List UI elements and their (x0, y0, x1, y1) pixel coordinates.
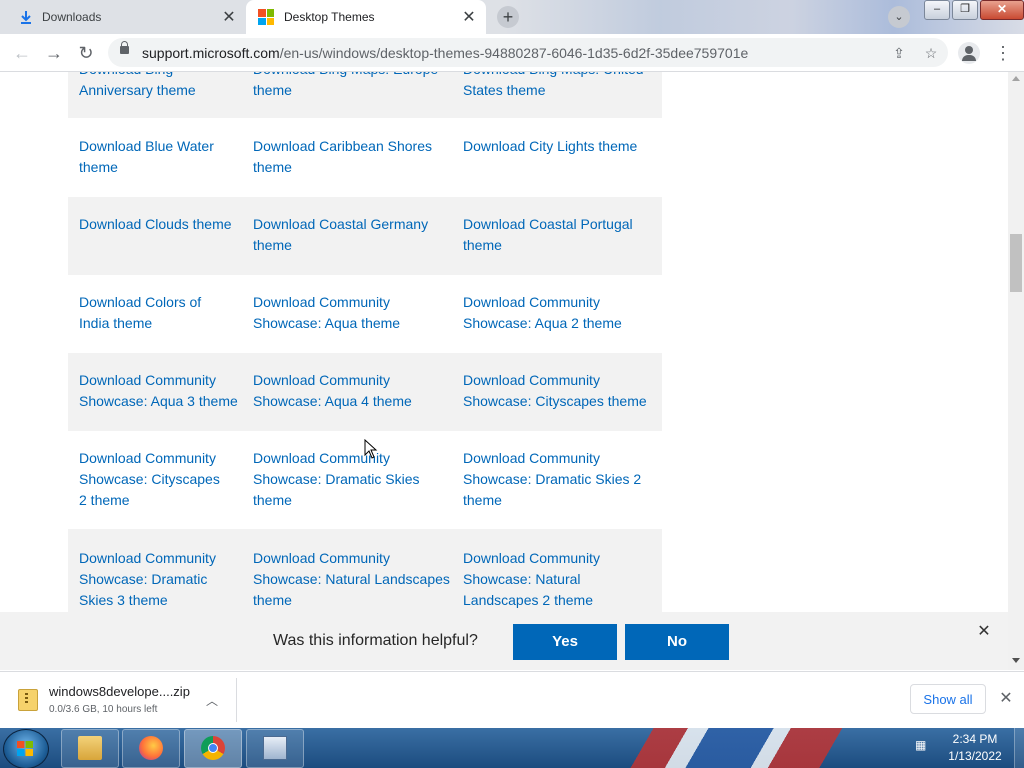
theme-link[interactable]: Download Bing Maps: United States theme (463, 72, 658, 101)
scrollbar-thumb[interactable] (1010, 234, 1022, 292)
taskbar-chrome[interactable] (184, 729, 242, 768)
theme-row: Download Colors of India theme Download … (68, 275, 662, 353)
page-content: Download Bing Anniversary theme Download… (0, 72, 1008, 612)
tab-search-button[interactable]: ⌄ (888, 6, 910, 28)
firefox-icon (139, 736, 163, 760)
taskbar-control-panel[interactable] (246, 729, 304, 768)
url-domain: support.microsoft.com (142, 45, 280, 61)
theme-link[interactable]: Download Clouds theme (79, 214, 239, 235)
taskbar-firefox[interactable] (122, 729, 180, 768)
download-icon (20, 10, 32, 24)
theme-link[interactable]: Download Community Showcase: Aqua 3 them… (79, 370, 239, 412)
mouse-cursor-icon (364, 438, 378, 464)
close-tab-icon[interactable]: ✕ (458, 7, 480, 27)
theme-row: Download Clouds theme Download Coastal G… (68, 197, 662, 275)
theme-link[interactable]: Download Community Showcase: Natural Lan… (253, 548, 453, 611)
theme-row: Download Blue Water theme Download Carib… (68, 119, 662, 197)
chrome-icon (201, 736, 225, 760)
feedback-question: Was this information helpful? (273, 632, 478, 649)
window-controls: – ❐ ✕ (922, 0, 1024, 20)
network-tray-icon[interactable]: ▦ (915, 738, 931, 754)
lock-icon[interactable] (120, 41, 129, 54)
theme-link[interactable]: Download City Lights theme (463, 136, 658, 157)
restore-button[interactable]: ❐ (952, 0, 978, 20)
menu-kebab-icon[interactable]: ⋮ (994, 41, 1012, 65)
shelf-divider (236, 678, 237, 722)
back-arrow-icon[interactable]: ← (10, 41, 34, 65)
reload-icon[interactable]: ↻ (74, 41, 98, 65)
download-status: 0.0/3.6 GB, 10 hours left (49, 704, 158, 715)
theme-link[interactable]: Download Coastal Portugal theme (463, 214, 658, 256)
tab-label: Desktop Themes (284, 10, 375, 24)
zip-file-icon[interactable] (18, 689, 38, 711)
taskbar-explorer[interactable] (61, 729, 119, 768)
show-all-button[interactable]: Show all (910, 684, 986, 714)
theme-link[interactable]: Download Bing Maps: Europe theme (253, 72, 453, 101)
folder-icon (78, 736, 102, 760)
theme-link[interactable]: Download Community Showcase: Aqua theme (253, 292, 423, 334)
close-feedback-icon[interactable]: ✕ (974, 622, 994, 642)
theme-link[interactable]: Download Community Showcase: Dramatic Sk… (79, 548, 224, 611)
theme-link[interactable]: Download Community Showcase: Cityscapes … (79, 448, 229, 511)
theme-link[interactable]: Download Community Showcase: Natural Lan… (463, 548, 658, 611)
url-path: /en-us/windows/desktop-themes-94880287-6… (279, 45, 749, 61)
close-window-button[interactable]: ✕ (980, 0, 1024, 20)
no-button[interactable]: No (625, 624, 729, 660)
profile-avatar-icon[interactable] (958, 42, 980, 64)
download-file-name[interactable]: windows8develope....zip (49, 684, 190, 699)
theme-link[interactable]: Download Community Showcase: Cityscapes … (463, 370, 658, 412)
clock-date[interactable]: 1/13/2022 (940, 749, 1010, 763)
share-icon[interactable]: ⇪ (888, 42, 910, 64)
theme-link[interactable]: Download Community Showcase: Aqua 2 them… (463, 292, 633, 334)
bookmark-star-icon[interactable]: ☆ (920, 42, 942, 64)
theme-row: Download Bing Anniversary theme Download… (68, 72, 662, 118)
desktop-wallpaper (585, 728, 905, 768)
theme-link[interactable]: Download Bing Anniversary theme (79, 72, 239, 101)
theme-link[interactable]: Download Caribbean Shores theme (253, 136, 453, 178)
start-button[interactable] (3, 729, 49, 768)
address-bar[interactable]: support.microsoft.com/en-us/windows/desk… (108, 38, 948, 67)
theme-link[interactable]: Download Blue Water theme (79, 136, 239, 178)
windows-taskbar: ▦ 2:34 PM 1/13/2022 (0, 728, 1024, 768)
theme-link[interactable]: Download Community Showcase: Aqua 4 them… (253, 370, 423, 412)
minimize-button[interactable]: – (924, 0, 950, 20)
show-desktop-button[interactable] (1014, 728, 1024, 768)
close-shelf-icon[interactable]: ✕ (996, 689, 1016, 709)
theme-link[interactable]: Download Community Showcase: Dramatic Sk… (253, 448, 423, 511)
theme-link[interactable]: Download Coastal Germany theme (253, 214, 453, 256)
scroll-up-arrow-icon[interactable] (1012, 76, 1020, 81)
microsoft-logo-icon (258, 9, 274, 25)
theme-row: Download Community Showcase: Aqua 3 them… (68, 353, 662, 431)
forward-arrow-icon[interactable]: → (42, 41, 66, 65)
theme-link[interactable]: Download Community Showcase: Dramatic Sk… (463, 448, 643, 511)
close-tab-icon[interactable]: ✕ (218, 7, 240, 27)
new-tab-button[interactable]: + (497, 6, 519, 28)
yes-button[interactable]: Yes (513, 624, 617, 660)
browser-toolbar: ← → ↻ support.microsoft.com/en-us/window… (0, 34, 1024, 72)
page-scrollbar[interactable] (1008, 72, 1024, 670)
download-shelf: windows8develope....zip 0.0/3.6 GB, 10 h… (0, 671, 1024, 729)
tab-strip: Downloads ✕ Desktop Themes ✕ + ⌄ – ❐ ✕ (0, 0, 1024, 34)
theme-link[interactable]: Download Colors of India theme (79, 292, 219, 334)
scroll-down-arrow-icon[interactable] (1012, 658, 1020, 663)
url-text[interactable]: support.microsoft.com/en-us/windows/desk… (142, 45, 748, 61)
theme-row: Download Community Showcase: Dramatic Sk… (68, 529, 662, 612)
tab-downloads[interactable]: Downloads ✕ (8, 0, 246, 34)
chevron-up-icon[interactable]: ︿ (204, 692, 220, 708)
tab-label: Downloads (42, 10, 102, 24)
feedback-bar: Was this information helpful? Yes No ✕ (0, 612, 1008, 670)
tab-desktop-themes[interactable]: Desktop Themes ✕ (246, 0, 486, 34)
clock-time[interactable]: 2:34 PM (940, 732, 1010, 746)
control-panel-icon (263, 736, 287, 760)
